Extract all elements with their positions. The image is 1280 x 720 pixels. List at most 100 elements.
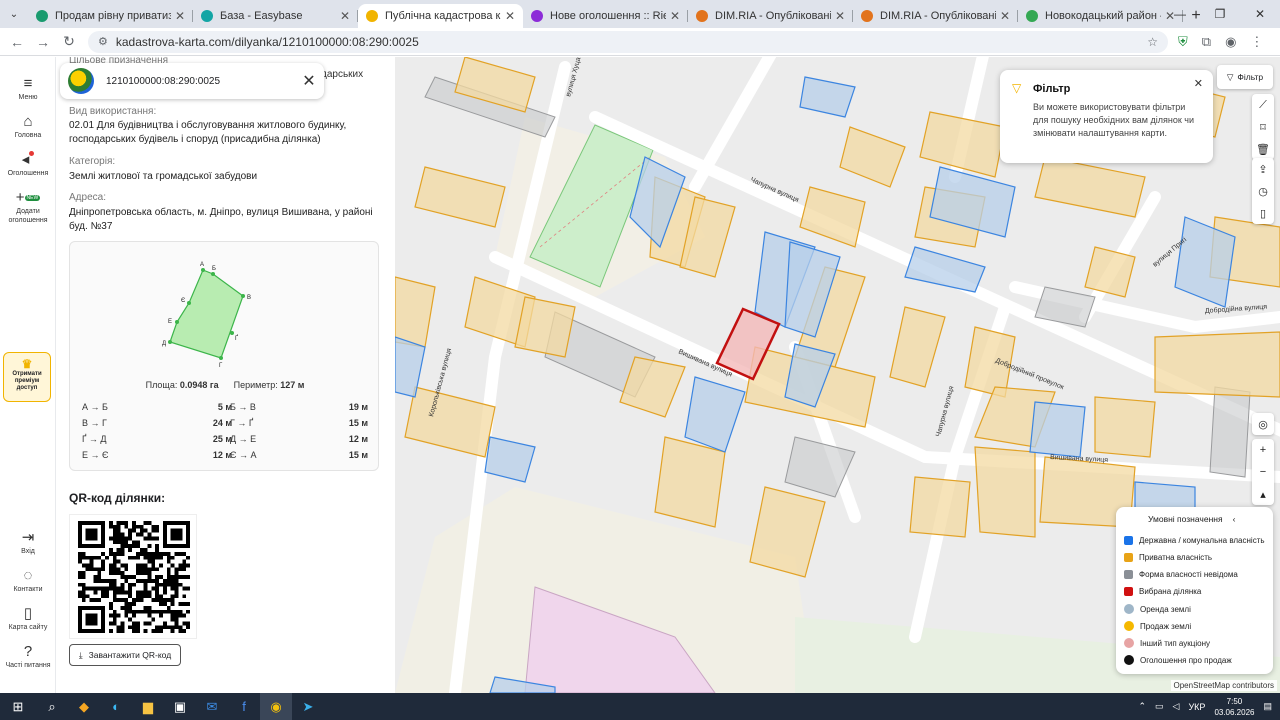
- browser-menu-icon[interactable]: ⋮: [1250, 34, 1263, 50]
- telegram-icon[interactable]: ➤: [292, 693, 324, 720]
- rail-label: Меню: [18, 94, 38, 101]
- parcel-stats: Площа: 0.0948 га Периметр: 127 м: [70, 380, 380, 390]
- premium-button[interactable]: ♛ Отримати преміум доступ: [3, 352, 51, 402]
- premium-label: Отримати преміум доступ: [12, 371, 42, 391]
- rail-listings[interactable]: ◂ Оголошення: [0, 151, 56, 178]
- legend-item: Продаж землі: [1124, 621, 1191, 631]
- browser-tab[interactable]: DIM.RIA - Опубліковані оголоше ✕: [853, 4, 1018, 28]
- download-qr-label: Завантажити QR-код: [88, 650, 172, 660]
- rail-add-listing[interactable]: + NEW Додати оголошення: [0, 189, 56, 225]
- history-icon[interactable]: ◷: [1252, 180, 1274, 202]
- notification-icon[interactable]: ▤: [1263, 701, 1272, 712]
- legend-marker-icon: [1124, 604, 1134, 614]
- extensions-icon[interactable]: ⧉: [1202, 34, 1211, 50]
- cadastral-map[interactable]: Чапурна вулиця Вишивана вулиця Вишивана …: [395, 57, 1280, 693]
- forward-button[interactable]: →: [30, 34, 56, 50]
- tab-favicon-icon: [366, 10, 378, 22]
- bookmark-icon[interactable]: ▯: [1252, 202, 1274, 224]
- url-field[interactable]: ⚙ kadastrova-karta.com/dilyanka/12101000…: [88, 30, 1168, 53]
- compass-icon[interactable]: ▴: [1252, 483, 1274, 505]
- bookmark-star-icon[interactable]: ☆: [1147, 35, 1158, 49]
- legend-label: Оренда землі: [1140, 604, 1191, 614]
- search-icon[interactable]: ⌕: [36, 693, 68, 720]
- rail-faq[interactable]: ? Часті питання: [0, 643, 56, 670]
- parcel-panel: Цільове призначення дарських 1210100000:…: [57, 57, 395, 693]
- edge-icon[interactable]: ◐: [100, 693, 132, 720]
- tab-close-icon[interactable]: ✕: [175, 9, 185, 23]
- legend-item: Оренда землі: [1124, 604, 1191, 614]
- download-qr-button[interactable]: ⤓ Завантажити QR-код: [69, 644, 181, 666]
- draw-tools: ⟋ ⌑ 🗑: [1252, 94, 1274, 160]
- rail-home[interactable]: ⌂ Головна: [0, 113, 56, 140]
- network-icon[interactable]: ▭: [1155, 701, 1164, 712]
- tray-chevron-icon[interactable]: ⌃: [1138, 701, 1146, 712]
- tab-close-icon[interactable]: ✕: [670, 9, 680, 23]
- segment-name: В → Г: [82, 418, 107, 428]
- legend-label: Інший тип аукціону: [1140, 638, 1210, 648]
- facebook-icon[interactable]: f: [228, 693, 260, 720]
- segment-name: Ґ → Д: [82, 434, 107, 444]
- clock[interactable]: 7:50 03.06.2026: [1214, 696, 1254, 718]
- chevron-left-icon[interactable]: ‹: [1233, 514, 1236, 524]
- browser-tab[interactable]: Публічна кадастрова карта Ук ✕: [358, 4, 523, 28]
- segment-length: 12 м: [348, 434, 368, 444]
- rail-menu[interactable]: ≡ Меню: [0, 75, 56, 102]
- megaphone-icon: ◂: [0, 151, 56, 169]
- segment-name: Б → В: [230, 402, 256, 412]
- tab-close-icon[interactable]: ✕: [340, 9, 350, 23]
- maximize-button[interactable]: ❐: [1200, 0, 1240, 28]
- windows-start-icon[interactable]: ⊞: [0, 693, 36, 720]
- new-badge: NEW: [24, 195, 41, 201]
- address-label: Адреса:: [69, 192, 106, 203]
- ruler-icon[interactable]: ⟋: [1252, 94, 1274, 116]
- locate-icon[interactable]: ◎: [1252, 413, 1274, 435]
- site-logo: [68, 68, 94, 94]
- map-attribution[interactable]: OpenStreetMap contributors: [1170, 680, 1277, 691]
- browser-tab[interactable]: Продам рівну приватизовану ✕: [28, 4, 193, 28]
- segment-length: 5 м: [217, 402, 232, 412]
- close-icon[interactable]: ✕: [1194, 78, 1203, 91]
- reload-button[interactable]: ↻: [56, 33, 82, 50]
- download-icon: ⤓: [78, 649, 83, 660]
- file-explorer-icon[interactable]: ▆: [132, 693, 164, 720]
- tab-close-icon[interactable]: ✕: [1000, 9, 1010, 23]
- zoom-in-button[interactable]: +: [1252, 439, 1274, 461]
- tab-search-button[interactable]: ⌄: [0, 0, 28, 28]
- volume-icon[interactable]: ◁: [1173, 701, 1180, 712]
- browser-tab[interactable]: База - Easybase ✕: [193, 4, 358, 28]
- vertex-label: Е: [168, 319, 172, 325]
- profile-icon[interactable]: ◉: [1225, 34, 1236, 50]
- browser-tab[interactable]: DIM.RIA - Опубліковані оголоше ✕: [688, 4, 853, 28]
- close-icon[interactable]: ✕: [294, 71, 324, 91]
- rail-contacts[interactable]: ◌ Контакти: [0, 567, 56, 594]
- share-icon[interactable]: ⇪: [1252, 158, 1274, 180]
- system-tray: ⌃ ▭ ◁ УКР 7:50 03.06.2026 ▤: [1138, 693, 1272, 720]
- perimeter-label: Периметр:: [233, 380, 278, 390]
- area-tool-icon[interactable]: ⌑: [1252, 116, 1274, 138]
- address-bar: ← → ↻ ⚙ kadastrova-karta.com/dilyanka/12…: [0, 28, 1280, 56]
- mail-icon[interactable]: ✉: [196, 693, 228, 720]
- browser-tab[interactable]: Нове оголошення :: Rieltor від ✕: [523, 4, 688, 28]
- zoom-out-button[interactable]: −: [1252, 461, 1274, 483]
- rail-sitemap[interactable]: ▯ Карта сайту: [0, 605, 56, 632]
- site-info-icon[interactable]: ⚙: [98, 35, 108, 48]
- store-icon[interactable]: ▣: [164, 693, 196, 720]
- shield-icon[interactable]: ⛨: [1178, 34, 1188, 50]
- copilot-icon[interactable]: ◆: [68, 693, 100, 720]
- back-button[interactable]: ←: [4, 34, 30, 50]
- trash-icon[interactable]: 🗑: [1252, 138, 1274, 160]
- legend-label: Вибрана ділянка: [1139, 587, 1202, 596]
- legend-swatch: [1124, 536, 1133, 545]
- legend-title-text: Умовні позначення: [1148, 514, 1223, 524]
- legend-label: Продаж землі: [1140, 621, 1192, 631]
- close-window-button[interactable]: ✕: [1240, 0, 1280, 28]
- rail-login[interactable]: ⇥ Вхід: [0, 529, 56, 556]
- minimize-button[interactable]: —: [1160, 0, 1200, 28]
- filter-button[interactable]: ▽ Фільтр: [1217, 65, 1273, 89]
- tab-close-icon[interactable]: ✕: [835, 9, 845, 23]
- tab-title: Новокодацький район – Карт: [1045, 10, 1161, 22]
- chrome-icon[interactable]: ◉: [260, 693, 292, 720]
- browser-tab[interactable]: Новокодацький район – Карт✕: [1018, 4, 1183, 28]
- language-indicator[interactable]: УКР: [1188, 702, 1205, 712]
- tab-close-icon[interactable]: ✕: [505, 9, 515, 23]
